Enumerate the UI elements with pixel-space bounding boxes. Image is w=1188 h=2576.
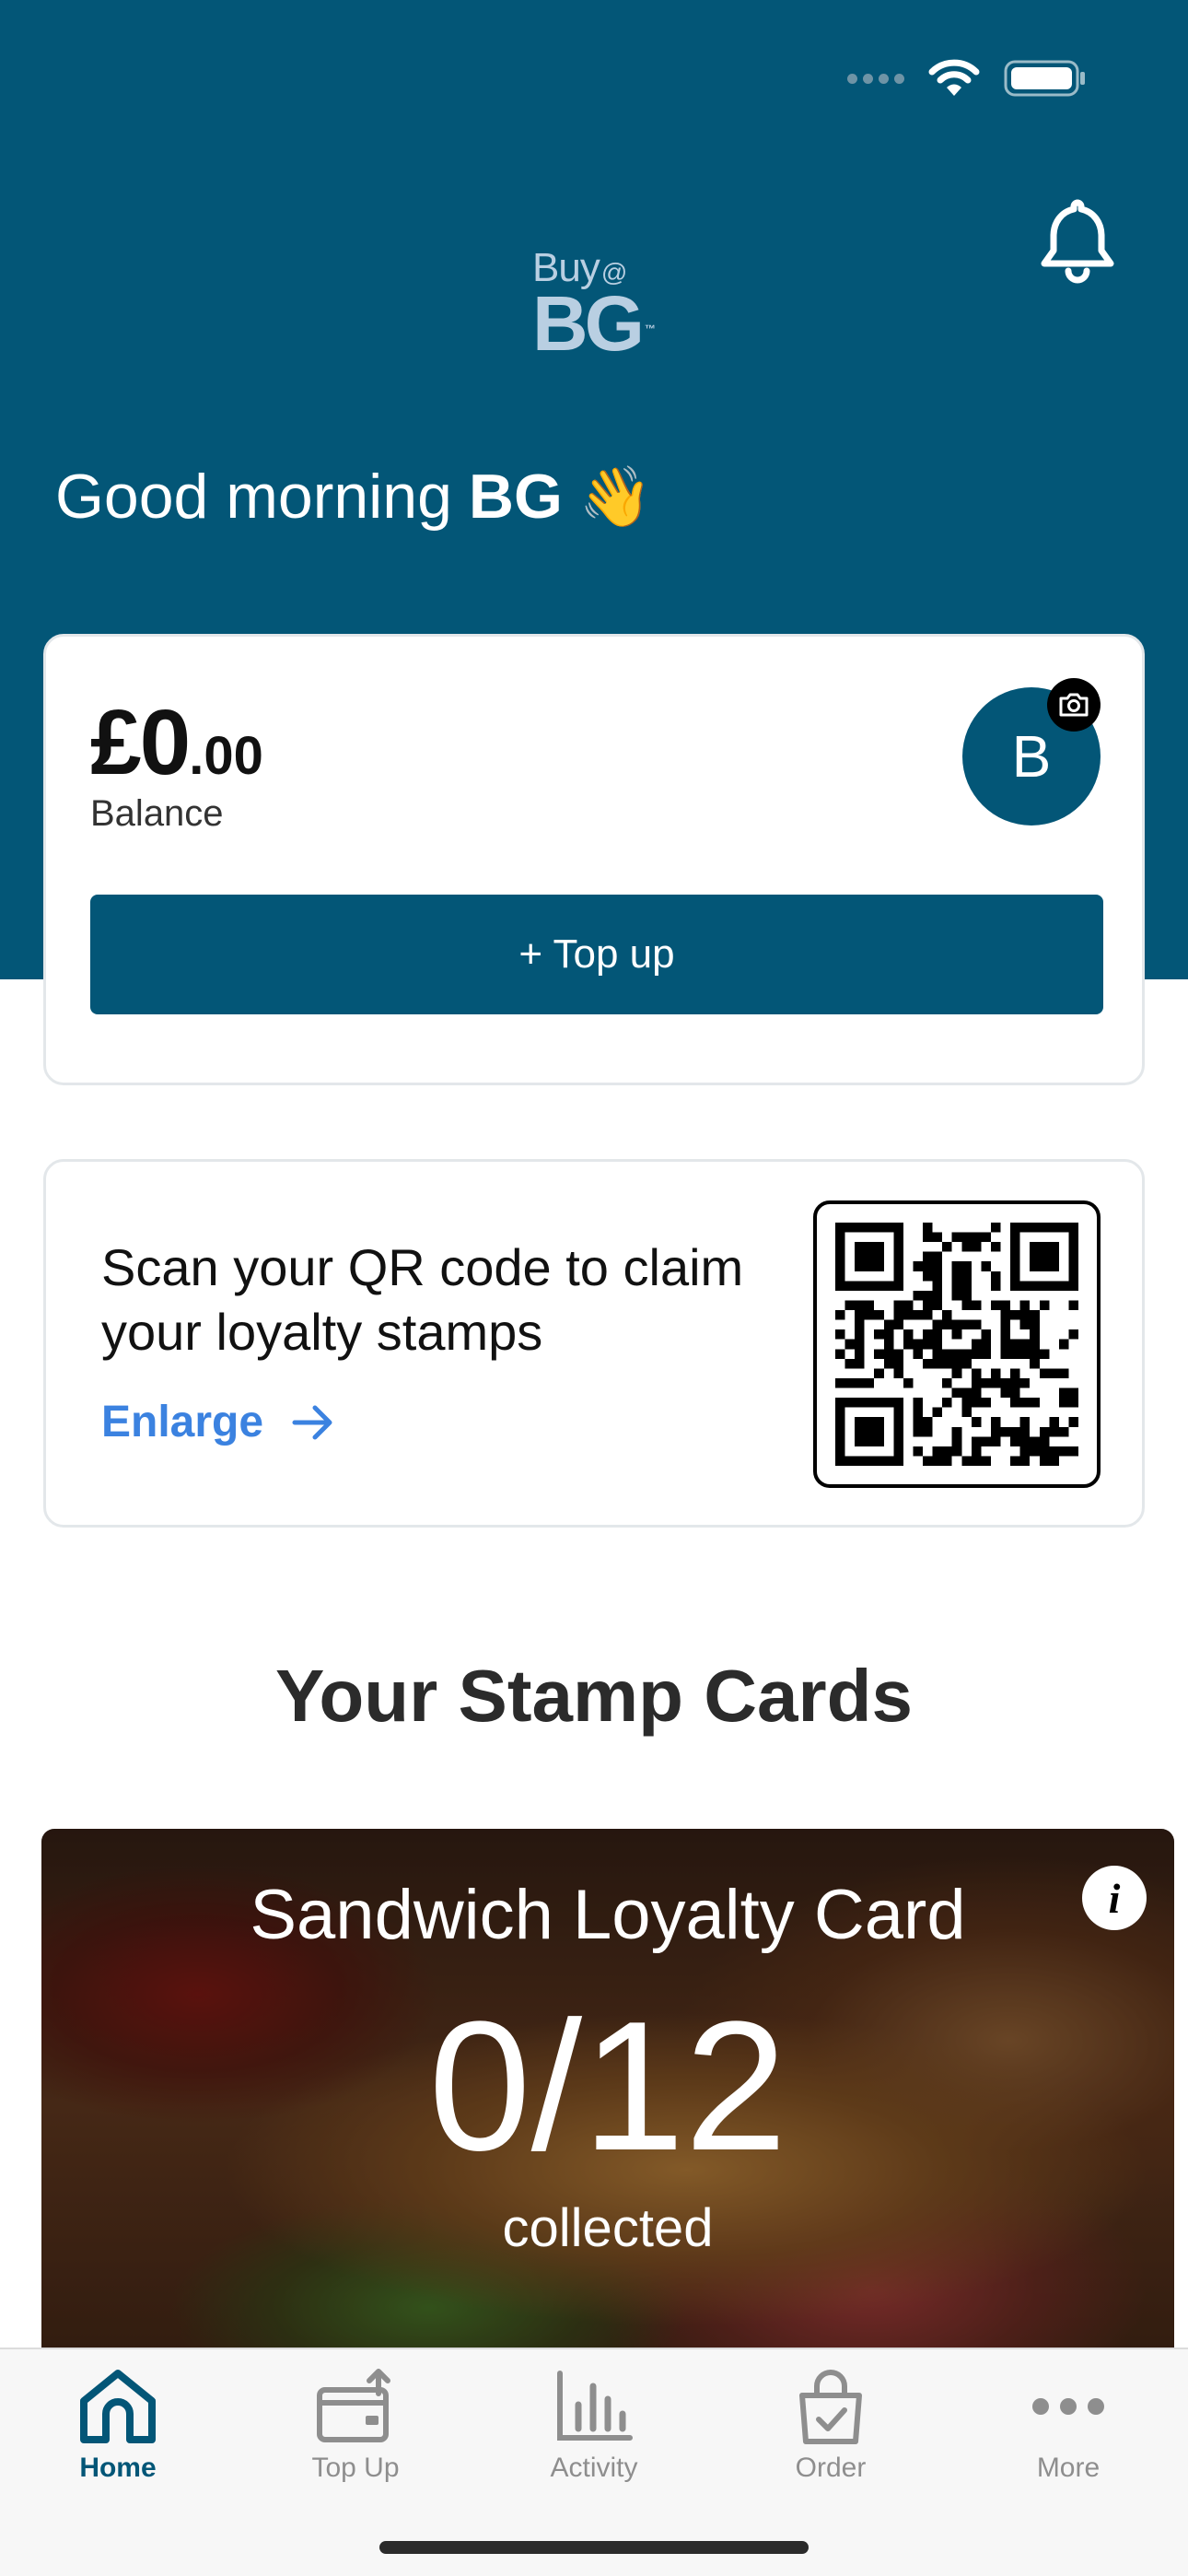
tab-home[interactable]: Home — [26, 2368, 210, 2484]
enlarge-link[interactable]: Enlarge — [101, 1397, 335, 1447]
tab-more[interactable]: More — [976, 2368, 1160, 2484]
qr-card[interactable]: Scan your QR code to claim your loyalty … — [43, 1159, 1145, 1528]
stamp-card-title: Sandwich Loyalty Card — [250, 1876, 966, 1954]
stamp-card[interactable]: Sandwich Loyalty Card i 0/12 collected — [41, 1829, 1174, 2382]
balance-card: £0.00 Balance B + Top up — [43, 634, 1145, 1085]
status-bar — [847, 55, 1087, 101]
tab-order[interactable]: Order — [739, 2368, 923, 2484]
balance-amount: £0.00 — [90, 691, 263, 794]
camera-icon[interactable] — [1047, 678, 1101, 732]
tab-top-up[interactable]: Top Up — [263, 2368, 448, 2484]
wave-emoji: 👋 — [578, 463, 653, 530]
stamp-collected-label: collected — [502, 2198, 714, 2258]
wifi-icon — [928, 59, 980, 98]
balance-label: Balance — [90, 793, 224, 834]
qr-code[interactable] — [813, 1200, 1101, 1488]
arrow-right-icon — [292, 1405, 332, 1439]
notification-bell-icon[interactable] — [1031, 193, 1124, 286]
info-icon[interactable]: i — [1082, 1866, 1147, 1930]
home-icon — [80, 2370, 156, 2443]
qr-instructions: Scan your QR code to claim your loyalty … — [101, 1238, 744, 1361]
stamp-count: 0/12 — [428, 1984, 787, 2189]
more-dots-icon — [1032, 2398, 1104, 2415]
shopping-bag-icon — [799, 2370, 862, 2444]
wallet-upload-icon — [317, 2369, 390, 2442]
home-indicator — [379, 2541, 809, 2554]
app-logo: Buy @ BG ™ — [532, 245, 656, 367]
greeting-prefix: Good morning — [55, 462, 452, 532]
battery-icon — [1004, 58, 1087, 99]
greeting-name: BG — [468, 462, 563, 532]
greeting: Good morning BG 👋 — [55, 461, 653, 533]
top-up-button[interactable]: + Top up — [90, 895, 1103, 1014]
stamp-cards-title: Your Stamp Cards — [275, 1655, 913, 1737]
tab-activity[interactable]: Activity — [502, 2368, 686, 2484]
bar-chart-icon — [557, 2371, 633, 2441]
cellular-signal-icon — [847, 73, 904, 84]
